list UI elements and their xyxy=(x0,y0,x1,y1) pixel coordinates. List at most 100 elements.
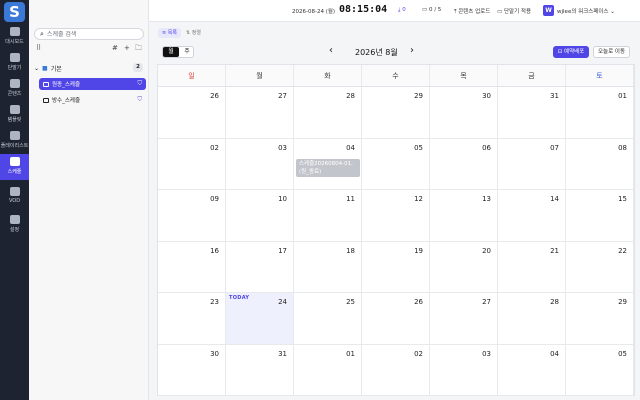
download-indicator[interactable]: ⤓ 0 xyxy=(398,7,406,14)
search-input[interactable] xyxy=(46,30,137,38)
add-folder-icon[interactable]: 🗀 xyxy=(135,44,142,55)
prev-month-button[interactable]: ‹ xyxy=(329,45,333,56)
schedule-event[interactable]: 스케줄20260804-01, (원_종료) xyxy=(296,158,360,177)
reserve-deploy-button[interactable]: ⊡ 예약배포 xyxy=(553,46,589,58)
rail-item-6[interactable]: VOD xyxy=(0,184,29,210)
day-number: 27 xyxy=(278,92,287,100)
rail-item-label: VOD xyxy=(8,198,21,204)
workspace-avatar[interactable]: W xyxy=(543,5,554,16)
day-cell[interactable]: 31 xyxy=(226,344,294,396)
day-cell[interactable]: 30 xyxy=(158,344,226,396)
day-cell[interactable]: 29 xyxy=(362,87,430,139)
day-cell[interactable]: 19 xyxy=(362,241,430,293)
tab-list[interactable]: ≡ 목록 xyxy=(158,28,181,38)
monitor-icon xyxy=(9,53,20,62)
rail-item-0[interactable]: 대시보드 xyxy=(0,24,29,50)
rail-item-1[interactable]: 단말기 xyxy=(0,50,29,76)
day-number: 22 xyxy=(618,246,627,255)
day-cell[interactable]: 20 xyxy=(430,241,498,293)
day-cell[interactable]: 10 xyxy=(226,190,294,242)
device-status[interactable]: ▭ 0 / 5 xyxy=(422,7,441,13)
day-cell[interactable]: 12 xyxy=(362,190,430,242)
go-to-today-button[interactable]: 오늘로 이동 xyxy=(593,46,630,58)
day-cell[interactable]: 29 xyxy=(566,293,634,345)
day-cell[interactable]: 02 xyxy=(362,344,430,396)
day-number: 04 xyxy=(346,143,355,152)
schedule-panel: ⌕ ⠿ # + 🗀 ⌄ ■ 기본 2 원종_스케줄 ⛉ 방수_스케줄 ⛉ xyxy=(29,0,149,400)
day-cell[interactable]: 25 xyxy=(294,293,362,345)
day-cell[interactable]: 31 xyxy=(498,87,566,139)
day-cell[interactable]: 03 xyxy=(430,344,498,396)
view-week-button[interactable]: 주 xyxy=(179,47,195,57)
day-number: 16 xyxy=(210,246,219,255)
day-cell[interactable]: 05 xyxy=(362,138,430,190)
day-number: 05 xyxy=(414,143,423,152)
day-cell[interactable]: 16 xyxy=(158,241,226,293)
day-cell[interactable]: 26 xyxy=(158,87,226,139)
day-cell[interactable]: 24 TODAY xyxy=(226,293,294,345)
weekday-header: 화 xyxy=(294,65,362,87)
day-number: 03 xyxy=(482,349,491,358)
day-cell[interactable]: 21 xyxy=(498,241,566,293)
rail-item-5[interactable]: 스케줄 xyxy=(0,154,29,180)
current-date: 2026-08-24 (월) xyxy=(292,9,336,15)
day-number: 26 xyxy=(210,92,219,100)
day-number: 02 xyxy=(414,349,423,358)
day-cell[interactable]: 11 xyxy=(294,190,362,242)
folder-basic[interactable]: ⌄ ■ 기본 2 xyxy=(34,63,145,73)
current-time: 08:15:04 xyxy=(339,4,388,15)
day-cell[interactable]: 18 xyxy=(294,241,362,293)
rail-item-4[interactable]: 플레이리스트 xyxy=(0,128,29,154)
tab-sort[interactable]: ⇅ 정렬 xyxy=(182,28,205,38)
day-cell[interactable]: 17 xyxy=(226,241,294,293)
rail-item-2[interactable]: 콘텐츠 xyxy=(0,76,29,102)
workspace-selector[interactable]: wjlee의 워크스페이스 ⌄ xyxy=(557,7,615,15)
view-month-button[interactable]: 월 xyxy=(163,47,179,57)
apply-device-button[interactable]: ▭ 단말기 적용 xyxy=(497,7,531,15)
hash-icon[interactable]: # xyxy=(112,44,118,52)
rail-item-label: 템플릿 xyxy=(7,117,22,123)
day-cell[interactable]: 08 xyxy=(566,138,634,190)
chevron-down-icon: ⌄ xyxy=(610,9,615,15)
drag-handle-icon[interactable]: ⠿ xyxy=(36,44,41,52)
day-cell[interactable]: 03 xyxy=(226,138,294,190)
schedule-search[interactable]: ⌕ xyxy=(34,28,144,40)
day-cell[interactable]: 04 스케줄20260804-01, (원_종료) xyxy=(294,138,362,190)
day-cell[interactable]: 30 xyxy=(430,87,498,139)
day-cell[interactable]: 13 xyxy=(430,190,498,242)
day-cell[interactable]: 22 xyxy=(566,241,634,293)
deploy-icon: ⊡ xyxy=(557,49,563,55)
next-month-button[interactable]: › xyxy=(410,45,414,56)
shield-icon[interactable]: ⛉ xyxy=(137,80,142,88)
day-cell[interactable]: 28 xyxy=(294,87,362,139)
day-cell[interactable]: 05 xyxy=(566,344,634,396)
add-icon[interactable]: + xyxy=(124,44,130,52)
day-cell[interactable]: 27 xyxy=(226,87,294,139)
day-number: 07 xyxy=(550,143,559,152)
schedule-item-bangsu[interactable]: 방수_스케줄 ⛉ xyxy=(39,94,146,106)
day-cell[interactable]: 28 xyxy=(498,293,566,345)
day-cell[interactable]: 07 xyxy=(498,138,566,190)
day-cell[interactable]: 27 xyxy=(430,293,498,345)
day-cell[interactable]: 01 xyxy=(294,344,362,396)
day-cell[interactable]: 23 xyxy=(158,293,226,345)
rail-item-3[interactable]: 템플릿 xyxy=(0,102,29,128)
day-cell[interactable]: 15 xyxy=(566,190,634,242)
folder-count-badge: 2 xyxy=(133,63,143,72)
day-cell[interactable]: 09 xyxy=(158,190,226,242)
day-cell[interactable]: 26 xyxy=(362,293,430,345)
day-cell[interactable]: 04 xyxy=(498,344,566,396)
upload-content-button[interactable]: ⤒ 콘텐츠 업로드 xyxy=(454,7,490,16)
monitor-icon: ▭ xyxy=(497,9,503,15)
vod-icon xyxy=(9,187,20,196)
day-number: 01 xyxy=(618,92,627,100)
schedule-item-wonjong[interactable]: 원종_스케줄 ⛉ xyxy=(39,78,146,90)
day-cell[interactable]: 06 xyxy=(430,138,498,190)
view-toggle: 월 주 xyxy=(162,46,194,58)
day-cell[interactable]: 02 xyxy=(158,138,226,190)
app-logo[interactable]: S xyxy=(4,2,25,22)
shield-icon[interactable]: ⛉ xyxy=(137,96,142,104)
day-cell[interactable]: 14 xyxy=(498,190,566,242)
day-cell[interactable]: 01 xyxy=(566,87,634,139)
rail-item-7[interactable]: 설정 xyxy=(0,212,29,238)
